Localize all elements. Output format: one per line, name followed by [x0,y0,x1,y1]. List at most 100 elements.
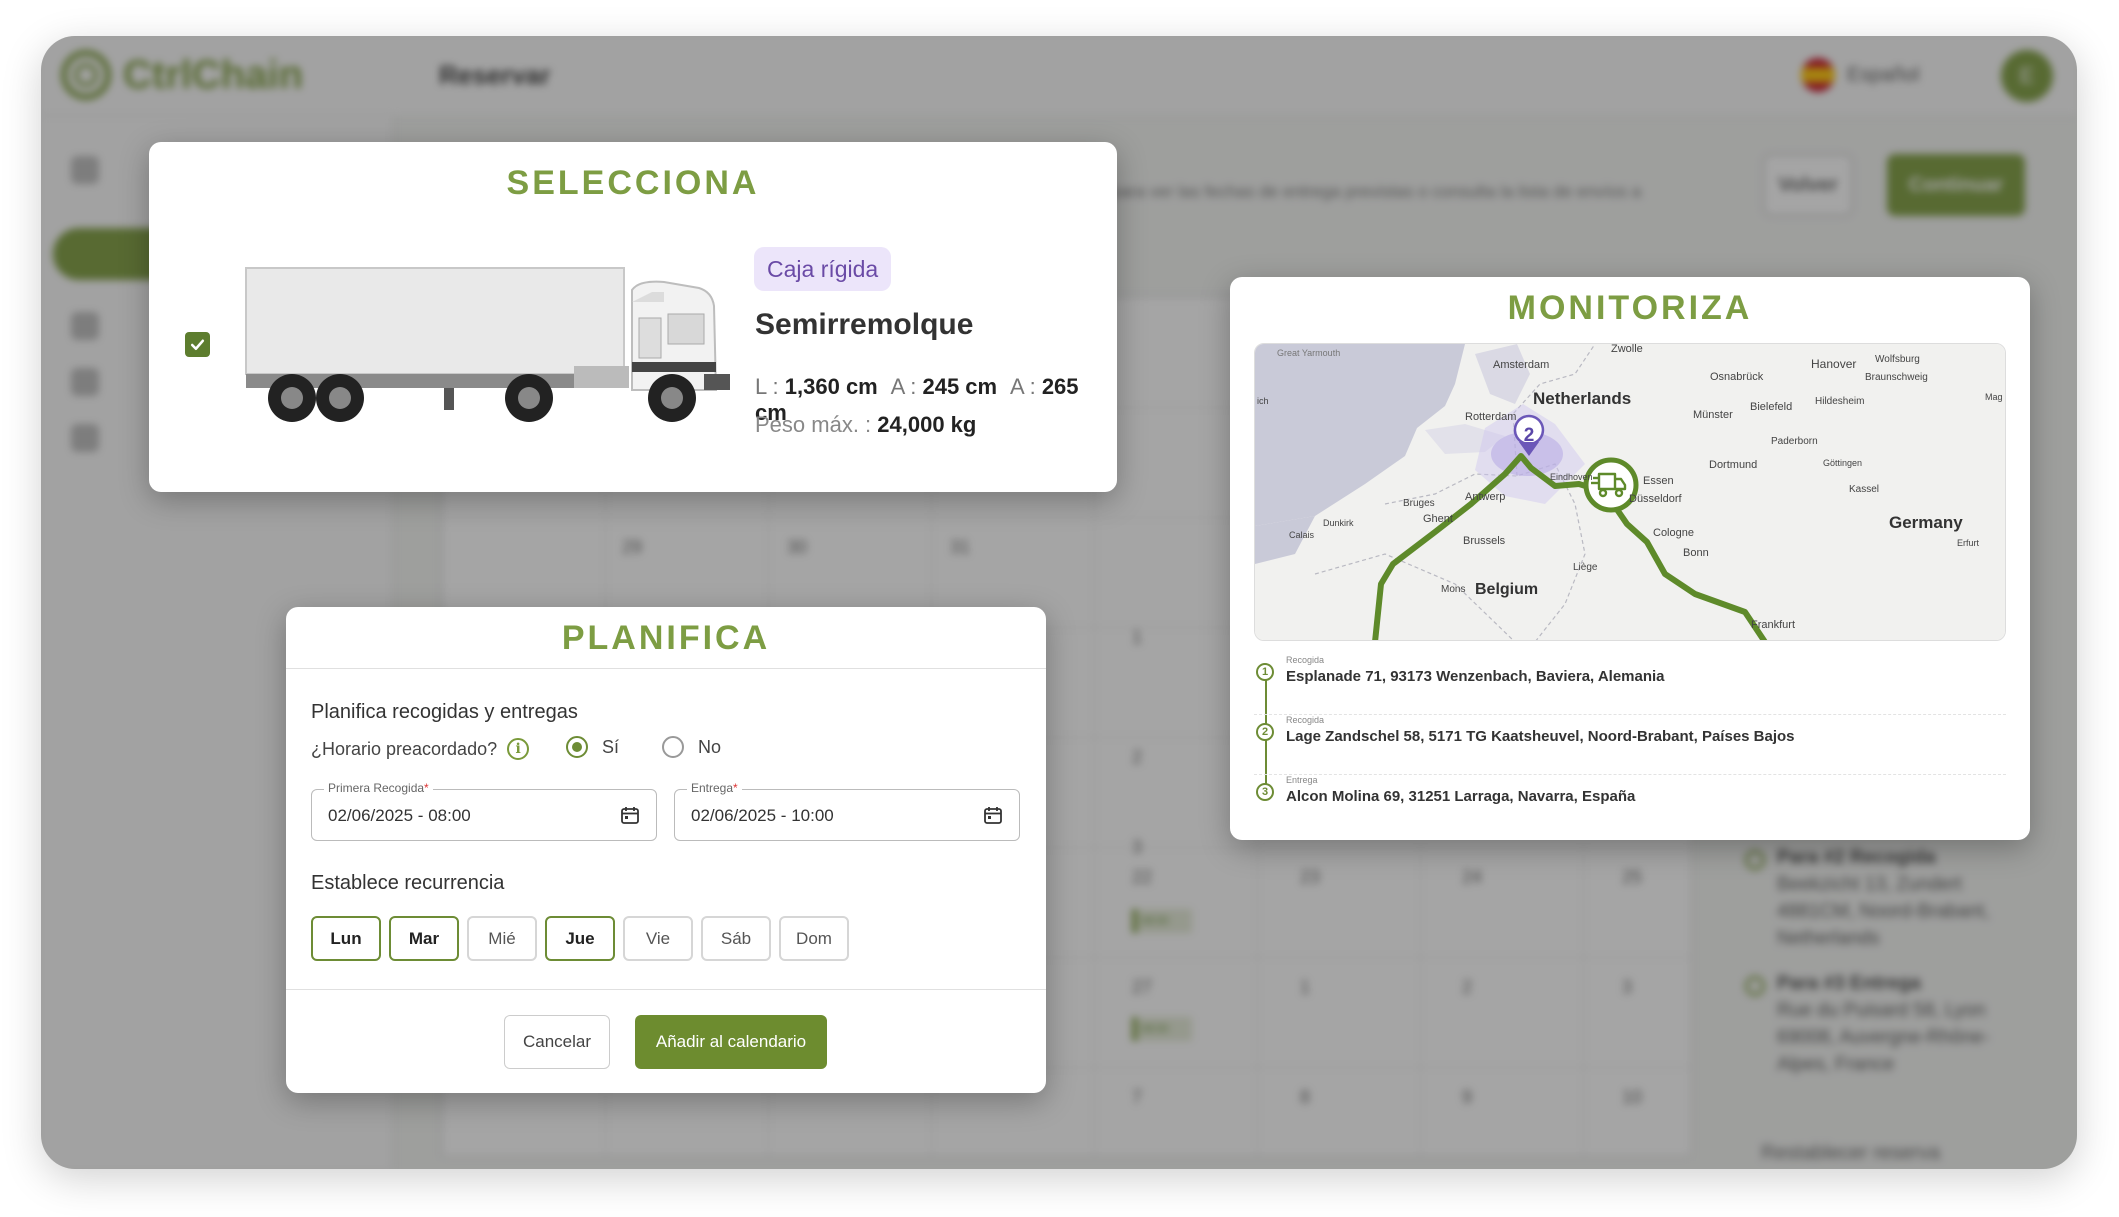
vehicle-name: Semirremolque [755,308,974,341]
first-pickup-label-text: Primera Recogida [328,781,425,795]
truck-icon [245,267,730,422]
weight-label: Peso máx. : [755,412,872,437]
svg-text:Dortmund: Dortmund [1709,459,1757,471]
recurrence-title: Establece recurrencia [311,872,505,894]
day-tue[interactable]: Mar [389,916,459,961]
stop-address: Esplanade 71, 93173 Wenzenbach, Baviera,… [1286,668,1665,685]
first-pickup-field[interactable]: Primera Recogida* 02/06/2025 - 08:00 [311,781,657,841]
radio-yes[interactable]: Sí [566,736,619,758]
svg-text:Dunkirk: Dunkirk [1323,518,1354,528]
radio-no[interactable]: No [662,736,721,758]
monitor-card-title: MONITORIZA [1507,289,1753,327]
radio-selected-icon [566,736,588,758]
preagreed-label: ¿Horario preacordado? [311,738,498,759]
add-to-calendar-button[interactable]: Añadir al calendario [635,1015,827,1069]
stop-list: 1 Recogida Esplanade 71, 93173 Wenzenbac… [1254,655,2006,835]
radio-no-label: No [698,736,722,757]
svg-text:Osnabrück: Osnabrück [1710,371,1764,383]
day-sun[interactable]: Dom [779,916,849,961]
stop-kind: Entrega [1286,775,1318,785]
svg-text:Cologne: Cologne [1653,527,1694,539]
svg-text:Germany: Germany [1889,513,1963,532]
svg-text:Frankfurt: Frankfurt [1751,619,1795,631]
calendar-icon[interactable] [983,805,1003,825]
select-vehicle-card: SELECCIONA Caja rígida Semirremolque L:… [149,142,1117,492]
svg-text:Calais: Calais [1289,530,1315,540]
stop-kind: Recogida [1286,655,1325,665]
width-value: 245 cm [922,374,998,399]
stop-item[interactable]: 1 Recogida Esplanade 71, 93173 Wenzenbac… [1254,655,2006,715]
svg-text:Bonn: Bonn [1683,547,1709,559]
check-icon [190,339,205,351]
recurrence-days: Lun Mar Mié Jue Vie Sáb Dom [311,916,849,961]
svg-text:Hanover: Hanover [1811,357,1856,371]
stop-address: Alcon Molina 69, 31251 Larraga, Navarra,… [1286,788,1636,805]
map-marker-number: 2 [1524,425,1535,446]
day-fri[interactable]: Vie [623,916,693,961]
svg-text:Mag: Mag [1985,392,2003,402]
height-label: A : [1010,374,1036,399]
delivery-label-text: Entrega [691,781,734,795]
svg-text:Antwerp: Antwerp [1465,491,1505,503]
weight-value: 24,000 kg [877,412,977,437]
map-canvas: 2 Great Yarmouth Amsterdam Zwolle Nether [1255,344,2005,640]
svg-text:Great Yarmouth: Great Yarmouth [1277,348,1340,358]
day-sat[interactable]: Sáb [701,916,771,961]
svg-text:Erfurt: Erfurt [1957,538,1980,548]
svg-text:Ghent: Ghent [1423,513,1453,525]
svg-text:Liège: Liège [1573,562,1598,573]
length-value: 1,360 cm [784,374,878,399]
delivery-value[interactable]: 02/06/2025 - 10:00 [691,806,834,826]
svg-text:Netherlands: Netherlands [1533,389,1631,408]
length-label: L : [755,374,779,399]
plan-card: PLANIFICA Planifica recogidas y entregas… [286,607,1046,1093]
plan-section-title: Planifica recogidas y entregas [311,701,578,723]
svg-text:Kassel: Kassel [1849,484,1879,495]
cancel-button[interactable]: Cancelar [504,1015,610,1069]
svg-text:Amsterdam: Amsterdam [1493,359,1549,371]
vehicle-max-weight: Peso máx. : 24,000 kg [755,412,976,438]
stop-number: 2 [1256,723,1274,741]
svg-text:Düsseldorf: Düsseldorf [1629,493,1683,505]
svg-text:Bielefeld: Bielefeld [1750,401,1792,413]
svg-text:Brussels: Brussels [1463,535,1506,547]
day-wed[interactable]: Mié [467,916,537,961]
svg-text:Rotterdam: Rotterdam [1465,411,1516,423]
svg-text:Münster: Münster [1693,409,1733,421]
delivery-label: Entrega* [687,781,742,795]
semitrailer-truck-image [244,262,734,432]
delivery-field[interactable]: Entrega* 02/06/2025 - 10:00 [674,781,1020,841]
first-pickup-label: Primera Recogida* [324,781,433,795]
first-pickup-value[interactable]: 02/06/2025 - 08:00 [328,806,471,826]
route-map[interactable]: 2 Great Yarmouth Amsterdam Zwolle Nether [1254,343,2006,641]
info-icon[interactable]: i [507,738,530,760]
required-mark: * [733,781,738,795]
vehicle-checkbox[interactable] [185,332,210,357]
day-mon[interactable]: Lun [311,916,381,961]
svg-text:ich: ich [1257,396,1269,406]
preagreed-schedule-question: ¿Horario preacordado? i [311,738,530,760]
svg-text:Göttingen: Göttingen [1823,458,1862,468]
radio-empty-icon [662,736,684,758]
required-mark: * [424,781,429,795]
svg-text:Belgium: Belgium [1475,581,1538,598]
svg-text:Zwolle: Zwolle [1611,344,1643,355]
stop-number: 3 [1256,783,1274,801]
stop-item[interactable]: 3 Entrega Alcon Molina 69, 31251 Larraga… [1254,775,2006,835]
calendar-icon[interactable] [620,805,640,825]
stop-address: Lage Zandschel 58, 5171 TG Kaatsheuvel, … [1286,728,1795,745]
svg-text:Hildesheim: Hildesheim [1815,396,1864,407]
stop-item[interactable]: 2 Recogida Lage Zandschel 58, 5171 TG Ka… [1254,715,2006,775]
plan-card-title: PLANIFICA [286,619,1046,669]
stop-kind: Recogida [1286,715,1325,725]
stop-number: 1 [1256,663,1274,681]
monitor-card: MONITORIZA 2 Great Yarmouth Amsterdam Zw… [1230,277,2030,840]
svg-text:Paderborn: Paderborn [1771,436,1818,447]
svg-text:Essen: Essen [1643,475,1674,487]
svg-text:Wolfsburg: Wolfsburg [1875,354,1920,365]
svg-text:Eindhoven: Eindhoven [1550,472,1593,482]
width-label: A : [890,374,917,399]
day-thu[interactable]: Jue [545,916,615,961]
select-card-title: SELECCIONA [506,164,760,202]
divider [286,989,1046,990]
